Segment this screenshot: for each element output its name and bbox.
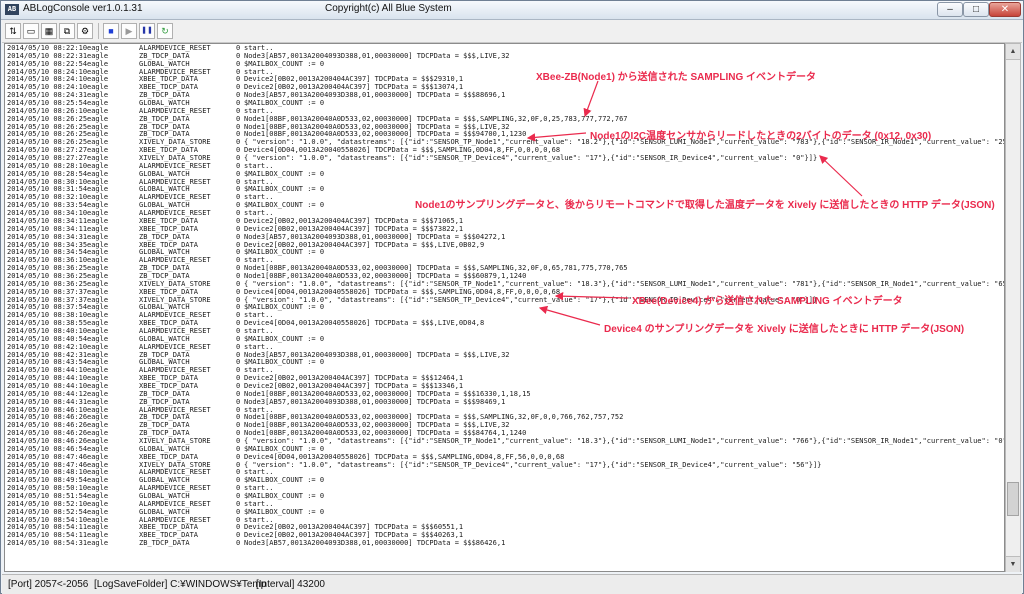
close-button[interactable]: ✕: [989, 2, 1021, 17]
pause-icon[interactable]: ❚❚: [139, 23, 155, 39]
app-icon: AB: [5, 4, 19, 15]
scroll-down-icon[interactable]: ▼: [1006, 556, 1020, 572]
log-timestamp: 2014/05/10 08:54:31: [7, 539, 88, 548]
log-message: { "version": "1.0.0", "datastreams": [{"…: [244, 460, 822, 469]
status-bar: [Port] 2057<-2056 [LogSaveFolder] C:¥WIN…: [2, 574, 1022, 594]
annotation-xbee-zb-sampling: XBee-ZB(Node1) から送信された SAMPLING イベントデータ: [536, 72, 817, 83]
log-status-code: 0: [236, 539, 241, 548]
status-port: [Port] 2057<-2056: [8, 579, 89, 590]
log-message: Node3[AB57,0013A2004093D388,01,00030000]…: [244, 397, 506, 406]
title-bar[interactable]: AB ABLogConsole ver1.0.1.31 Copyright(c)…: [1, 1, 1023, 20]
annotation-i2c-temp-bytes: Node1のI2C温度センサからリードしたときの2バイトのデータ (0x12, …: [590, 131, 932, 142]
vertical-scrollbar[interactable]: ▲ ▼: [1005, 43, 1021, 572]
scroll-thumb[interactable]: [1007, 482, 1019, 516]
annotation-xively-json-device4: Device4 のサンプリングデータを Xively に送信したときに HTTP…: [604, 324, 965, 335]
log-event: ZB_TDCP_DATA: [139, 539, 190, 548]
stop-icon[interactable]: ■: [103, 23, 119, 39]
annotation-xbee-device4-sampling: XBee(Device4) から送信された SAMPLING イベントデータ: [632, 296, 903, 307]
connect-icon[interactable]: ⇅: [5, 23, 21, 39]
refresh-icon[interactable]: ↻: [157, 23, 173, 39]
toolbar-separator: [98, 23, 99, 39]
log-message: { "version": "1.0.0", "datastreams": [{"…: [244, 154, 818, 163]
clear-log-icon[interactable]: ▭: [23, 23, 39, 39]
copy-icon[interactable]: ⧉: [59, 23, 75, 39]
status-interval: [Interval] 43200: [256, 579, 325, 590]
log-message: Device4[0D04,0013A20040558026] TDCPData …: [244, 319, 485, 328]
status-log-folder: [LogSaveFolder] C:¥WINDOWS¥Temp: [94, 579, 267, 590]
log-output-area[interactable]: 2014/05/10 08:22:10 eagle ALARMDEVICE_RESE…: [4, 43, 1005, 572]
config-icon[interactable]: ⚙: [77, 23, 93, 39]
log-user: eagle: [87, 539, 109, 548]
play-icon[interactable]: ▶: [121, 23, 137, 39]
toolbar: ⇅ ▭ ▦ ⧉ ⚙ ■ ▶ ❚❚ ↻: [2, 20, 1022, 43]
log-message: Node3[AB57,0013A2004093D388,01,00030000]…: [244, 539, 506, 548]
copyright-text: Copyright(c) All Blue System: [325, 3, 452, 14]
scroll-up-icon[interactable]: ▲: [1006, 44, 1020, 60]
window-title: ABLogConsole ver1.0.1.31: [23, 3, 143, 14]
save-log-icon[interactable]: ▦: [41, 23, 57, 39]
maximize-button[interactable]: □: [963, 2, 989, 17]
annotation-xively-json-node1: Node1のサンプリングデータと、後からリモートコマンドで取得した温度データを …: [415, 200, 995, 211]
minimize-button[interactable]: –: [937, 2, 963, 17]
log-message: { "version": "1.0.0", "datastreams": [{"…: [244, 437, 1005, 445]
